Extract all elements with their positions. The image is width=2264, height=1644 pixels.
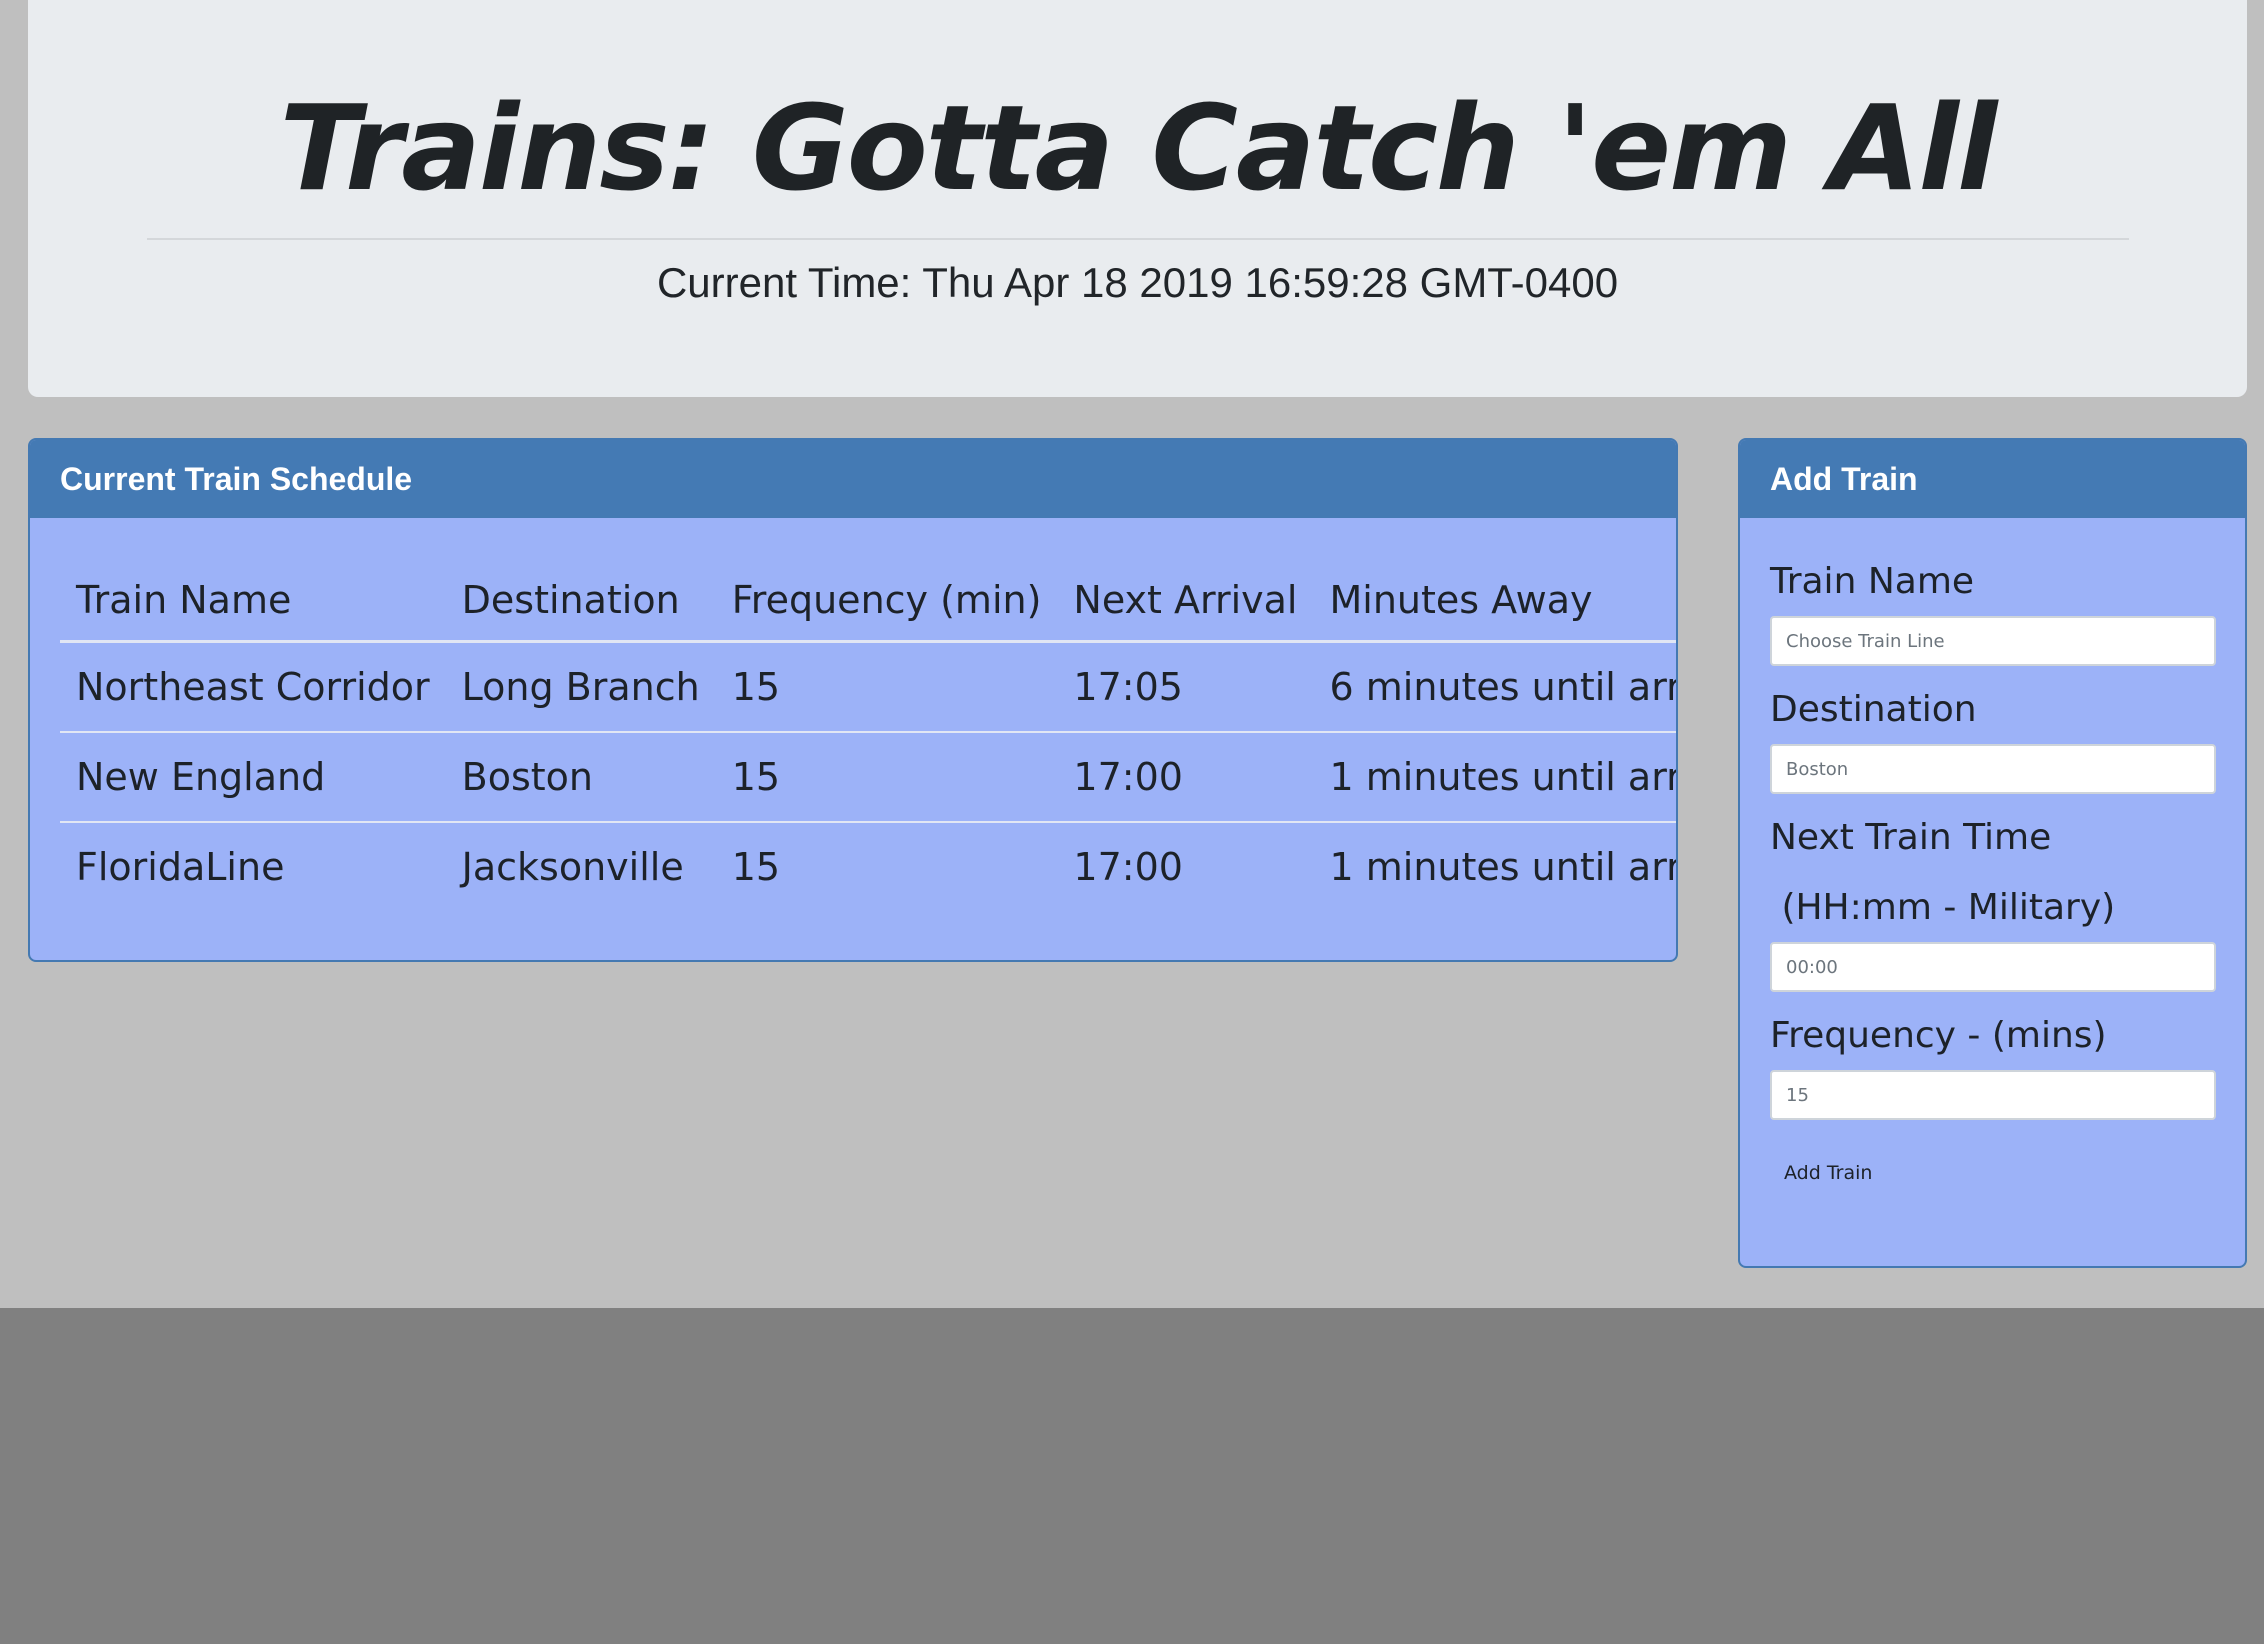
train-schedule-table: Train Name Destination Frequency (min) N… — [60, 560, 1678, 911]
cell-destination: Long Branch — [445, 641, 716, 733]
table-row: FloridaLine Jacksonville 15 17:00 1 minu… — [60, 822, 1678, 911]
next-train-time-label: Next Train Time — [1770, 817, 2052, 858]
cell-next-arrival: 17:05 — [1057, 641, 1314, 733]
column-header-train-name: Train Name — [60, 560, 446, 643]
schedule-card-header: Current Train Schedule — [30, 440, 1676, 518]
cell-minutes-away: 1 minutes until arrival — [1329, 845, 1678, 889]
page-title: Trains: Gotta Catch 'em All — [279, 79, 1998, 217]
column-header-minutes-away: Minutes Away — [1313, 560, 1676, 643]
cell-frequency: 15 — [731, 845, 781, 889]
current-time: Current Time: Thu Apr 18 2019 16:59:28 G… — [656, 259, 1619, 306]
add-train-card: Add Train Train Name Destination Next Tr… — [1738, 438, 2247, 1268]
table-row: New England Boston 15 17:00 1 minutes un… — [60, 732, 1676, 823]
cell-frequency: 15 — [715, 641, 1058, 733]
column-header-destination: Destination — [445, 560, 716, 643]
schedule-card: Current Train Schedule Train Name Destin… — [28, 438, 1678, 962]
cell-destination: Jacksonville — [461, 845, 684, 889]
table-header-row: Train Name Destination Frequency (min) N… — [60, 560, 1676, 643]
cell-next-arrival: 17:00 — [1057, 732, 1314, 823]
jumbotron-header: Trains: Gotta Catch 'em All Current Time… — [28, 0, 2247, 397]
table-row: Northeast Corridor Long Branch 15 17:05 … — [60, 641, 1676, 733]
next-train-time-input[interactable] — [1770, 942, 2216, 992]
cell-next-arrival: 17:00 — [1073, 845, 1183, 889]
column-header-frequency: Frequency (min) — [715, 560, 1058, 643]
header-divider — [147, 238, 2129, 240]
train-name-label: Train Name — [1770, 561, 1975, 602]
column-header-next-arrival: Next Arrival — [1057, 560, 1314, 643]
add-train-card-header: Add Train — [1740, 440, 2245, 518]
add-train-button[interactable]: Add Train — [1770, 1148, 1886, 1198]
page: Trains: Gotta Catch 'em All Current Time… — [0, 0, 2264, 1308]
cell-minutes-away: 1 minutes until arrival — [1313, 732, 1676, 823]
cell-train-name: Northeast Corridor — [60, 641, 446, 733]
cell-minutes-away: 6 minutes until arrival — [1313, 641, 1676, 733]
cell-train-name: New England — [60, 732, 446, 823]
destination-input[interactable] — [1770, 744, 2216, 794]
cell-train-name: FloridaLine — [76, 845, 285, 889]
cell-frequency: 15 — [715, 732, 1058, 823]
add-train-form: Train Name Destination Next Train Time (… — [1770, 558, 2218, 1198]
train-name-input[interactable] — [1770, 616, 2216, 666]
frequency-input[interactable] — [1770, 1070, 2216, 1120]
next-train-time-format-label: (HH:mm - Military) — [1770, 887, 2116, 928]
frequency-label: Frequency - (mins) — [1770, 1015, 2107, 1056]
destination-label: Destination — [1770, 689, 1977, 730]
cell-destination: Boston — [445, 732, 716, 823]
